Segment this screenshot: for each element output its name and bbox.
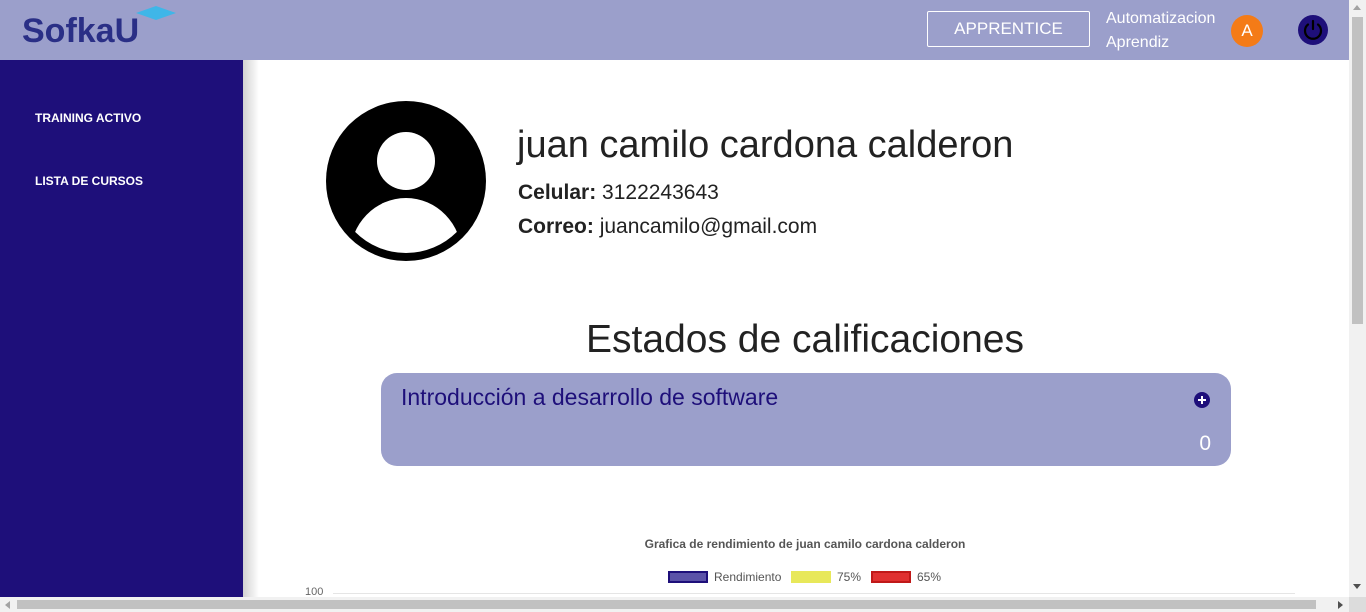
- apprentice-button[interactable]: APPRENTICE: [927, 11, 1090, 47]
- legend-item-75[interactable]: 75%: [791, 569, 861, 585]
- logo-text: SofkaU: [22, 12, 140, 50]
- scroll-down-icon[interactable]: [1353, 584, 1361, 589]
- grades-section-title: Estados de calificaciones: [586, 318, 1024, 361]
- horizontal-scroll-thumb[interactable]: [17, 600, 1316, 609]
- chart-title: Grafica de rendimiento de juan camilo ca…: [644, 537, 966, 551]
- legend-item-rendimiento[interactable]: Rendimiento: [668, 569, 781, 585]
- scroll-right-icon[interactable]: [1338, 601, 1343, 609]
- legend-item-65[interactable]: 65%: [871, 569, 941, 585]
- profile-email: Correo: juancamilo@gmail.com: [518, 215, 817, 239]
- chart-gridline: [333, 593, 1295, 594]
- power-icon[interactable]: [1297, 14, 1329, 46]
- horizontal-scrollbar[interactable]: [0, 597, 1349, 612]
- sidebar-shadow: [243, 60, 259, 597]
- email-label: Correo:: [518, 215, 594, 238]
- scroll-up-icon[interactable]: [1353, 5, 1361, 10]
- vertical-scrollbar[interactable]: [1349, 0, 1366, 597]
- course-card[interactable]: Introducción a desarrollo de software 0: [381, 373, 1231, 466]
- legend-label-rendimiento: Rendimiento: [714, 570, 782, 584]
- legend-swatch-65: [871, 571, 911, 583]
- top-navbar: SofkaU APPRENTICE Automatizacion Aprendi…: [0, 0, 1349, 60]
- email-value: juancamilo@gmail.com: [599, 215, 818, 238]
- expand-plus-icon[interactable]: [1194, 392, 1210, 408]
- course-score: 0: [1199, 432, 1211, 455]
- user-role: Aprendiz: [1106, 34, 1170, 51]
- course-title: Introducción a desarrollo de software: [401, 384, 779, 410]
- user-avatar[interactable]: A: [1231, 15, 1263, 47]
- vertical-scroll-thumb[interactable]: [1352, 17, 1363, 324]
- scroll-left-icon[interactable]: [5, 601, 10, 609]
- phone-label: Celular:: [518, 181, 597, 204]
- sidebar-item-lista-de-cursos[interactable]: LISTA DE CURSOS: [35, 174, 143, 188]
- user-course: Automatizacion: [1106, 10, 1216, 27]
- profile-name: juan camilo cardona calderon: [517, 124, 1014, 166]
- sidebar-item-training-activo[interactable]: TRAINING ACTIVO: [35, 111, 141, 125]
- user-info: Automatizacion Aprendiz: [1106, 7, 1215, 55]
- profile-phone: Celular: 3122243643: [518, 181, 719, 205]
- legend-label-75: 75%: [837, 570, 862, 584]
- sidebar: TRAINING ACTIVO LISTA DE CURSOS: [0, 60, 243, 597]
- legend-swatch-rendimiento: [668, 571, 708, 583]
- graduation-cap-icon: [136, 6, 176, 20]
- phone-value: 3122243643: [602, 181, 719, 204]
- profile-avatar-icon: [326, 101, 486, 261]
- legend-swatch-75: [791, 571, 831, 583]
- scrollbar-corner: [1349, 597, 1366, 612]
- legend-label-65: 65%: [917, 570, 942, 584]
